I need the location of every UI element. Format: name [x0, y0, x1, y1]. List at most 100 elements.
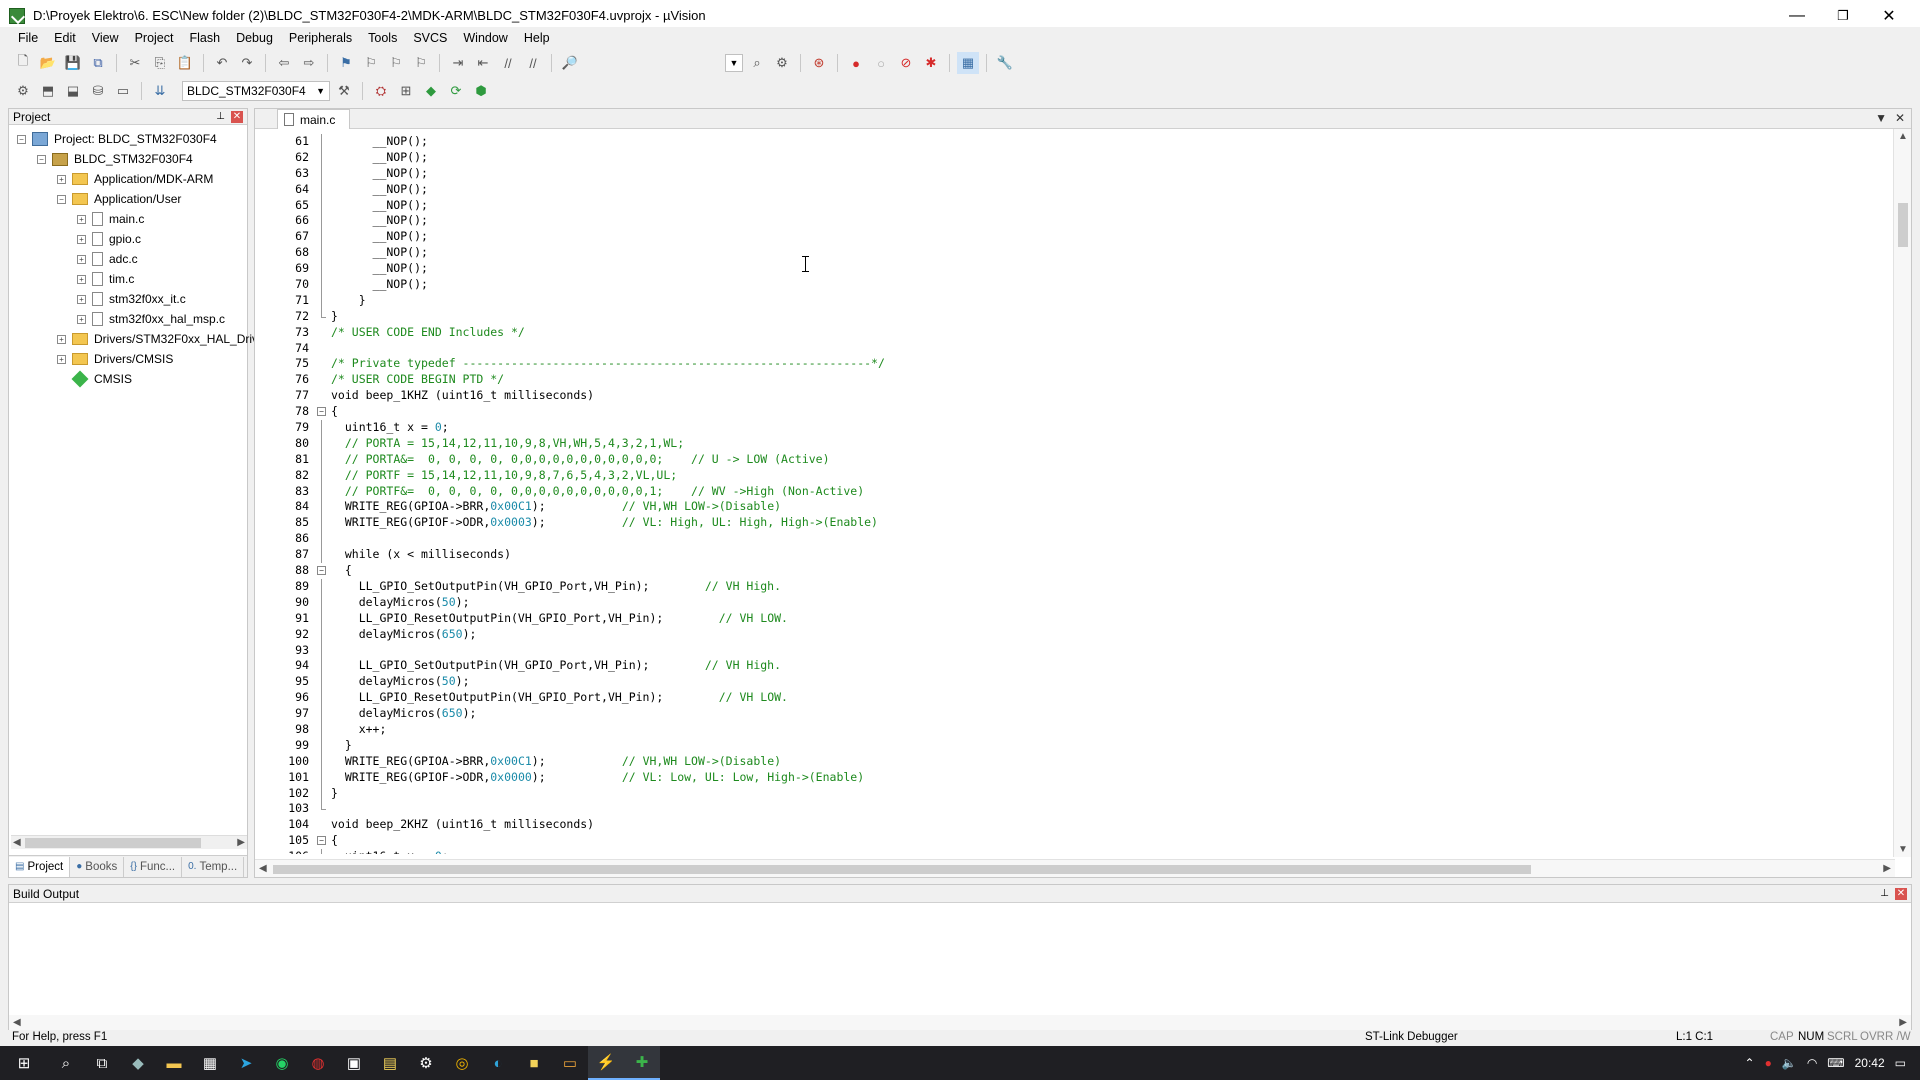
tree-item[interactable]: + gpio.c [77, 229, 141, 249]
expand-icon[interactable]: + [77, 274, 86, 284]
code-line[interactable]: 95 delayMicros(50); [255, 674, 1891, 691]
code-line[interactable]: 66 __NOP(); [255, 213, 1891, 230]
code-line[interactable]: 97 delayMicros(650); [255, 706, 1891, 722]
code-line[interactable]: 76 /* USER CODE BEGIN PTD */ [255, 372, 1891, 388]
tree-item[interactable]: + stm32f0xx_hal_msp.c [77, 309, 225, 329]
expand-icon[interactable]: + [77, 254, 86, 264]
collapse-icon[interactable]: − [17, 134, 26, 144]
expand-icon[interactable]: + [77, 294, 86, 304]
tree-item[interactable]: − Application/User [57, 189, 181, 209]
configure-icon[interactable]: ⚙ [771, 52, 793, 74]
code-line[interactable]: 103 [255, 801, 1891, 817]
code-line[interactable]: 101 WRITE_REG(GPIOF->ODR,0x0000); // VL:… [255, 769, 1891, 786]
code-line[interactable]: 64 __NOP(); [255, 181, 1891, 198]
breakpoint-icon[interactable]: ● [845, 52, 867, 74]
build-output-hscroll[interactable]: ◀ ▶ [9, 1015, 1911, 1031]
sticky-notes-icon[interactable]: ■ [516, 1046, 552, 1080]
volume-icon[interactable]: 🔈 [1782, 1056, 1797, 1070]
menu-help[interactable]: Help [516, 27, 558, 49]
scroll-right-icon[interactable]: ▶ [1883, 863, 1891, 874]
fold-gutter[interactable]: − [315, 563, 327, 579]
tree-item[interactable]: + Drivers/CMSIS [57, 349, 173, 369]
app-icon[interactable]: ▭ [552, 1046, 588, 1080]
calculator-icon[interactable]: ▦ [192, 1046, 228, 1080]
pin-icon[interactable]: ⊥ [216, 111, 225, 122]
notes-icon[interactable]: ▤ [372, 1046, 408, 1080]
code-line[interactable]: 68 __NOP(); [255, 245, 1891, 262]
scroll-thumb[interactable] [1898, 203, 1908, 247]
code-line[interactable]: 78−{ [255, 404, 1891, 420]
select-packs-icon[interactable]: ◆ [420, 80, 442, 102]
stop-build-icon[interactable]: ▭ [112, 80, 134, 102]
pdf-reader-icon[interactable]: ◍ [300, 1046, 336, 1080]
code-line[interactable]: 106 uint16_t x = 0; [255, 849, 1891, 854]
code-line[interactable]: 86 [255, 531, 1891, 548]
build-icon[interactable]: ⬒ [37, 80, 59, 102]
menu-file[interactable]: File [10, 27, 46, 49]
close-pane-icon[interactable]: ✕ [231, 110, 243, 123]
indent-icon[interactable]: ⇥ [447, 52, 469, 74]
code-line[interactable]: 73 /* USER CODE END Includes */ [255, 325, 1891, 341]
code-line[interactable]: 105−{ [255, 833, 1891, 849]
code-line[interactable]: 69 __NOP(); [255, 261, 1891, 278]
code-line[interactable]: 67 __NOP(); [255, 229, 1891, 246]
tree-item[interactable]: + Application/MDK-ARM [57, 169, 213, 189]
collapse-icon[interactable]: − [317, 566, 326, 576]
scroll-up-icon[interactable]: ▲ [1898, 131, 1908, 142]
scroll-right-icon[interactable]: ▶ [1899, 1017, 1907, 1028]
code-editor[interactable]: 61 __NOP(); 62 __NOP(); 63 __NOP(); 64 __NO… [255, 134, 1891, 854]
record-icon[interactable]: ● [1765, 1056, 1772, 1070]
unindent-icon[interactable]: ⇤ [472, 52, 494, 74]
pack-installer-icon[interactable]: ⟳ [445, 80, 467, 102]
menu-peripherals[interactable]: Peripherals [281, 27, 360, 49]
project-hscroll[interactable]: ◀ ▶ [11, 835, 247, 849]
open-file-icon[interactable]: 📂 [37, 52, 59, 74]
close-tab-icon[interactable]: ✕ [1895, 111, 1905, 125]
task-view-icon[interactable]: ⧉ [84, 1046, 120, 1080]
menu-view[interactable]: View [84, 27, 127, 49]
code-line[interactable]: 96 LL_GPIO_ResetOutputPin(VH_GPIO_Port,V… [255, 690, 1891, 707]
code-line[interactable]: 102} [255, 785, 1891, 802]
tab-project[interactable]: ▤ Project [9, 856, 71, 877]
code-line[interactable]: 94 LL_GPIO_SetOutputPin(VH_GPIO_Port,VH_… [255, 658, 1891, 675]
code-line[interactable]: 62 __NOP(); [255, 149, 1891, 166]
code-line[interactable]: 104 void beep_2KHZ (uint16_t milliseconds… [255, 817, 1891, 833]
code-line[interactable]: 75 /* Private typedef -------------------… [255, 356, 1891, 372]
batch-build-icon[interactable]: ⛁ [87, 80, 109, 102]
code-line[interactable]: 81 // PORTA&= 0, 0, 0, 0, 0,0,0,0,0,0,0,… [255, 451, 1891, 468]
navigate-back-icon[interactable]: ⇦ [273, 52, 295, 74]
paste-icon[interactable]: 📋 [174, 52, 196, 74]
scroll-left-icon[interactable]: ◀ [259, 863, 267, 874]
file-explorer-icon[interactable]: ▬ [156, 1046, 192, 1080]
clear-bookmarks-icon[interactable]: ⚐ [410, 52, 432, 74]
code-line[interactable]: 88− { [255, 563, 1891, 579]
tab-list-dropdown-icon[interactable]: ▼ [1875, 111, 1887, 125]
save-icon[interactable]: 💾 [62, 52, 84, 74]
app-icon[interactable]: ⚡ [588, 1046, 624, 1080]
manage-components-icon[interactable]: ⛭ [370, 80, 392, 102]
menu-window[interactable]: Window [455, 27, 515, 49]
collapse-icon[interactable]: − [57, 194, 66, 204]
uncomment-icon[interactable]: // [522, 52, 544, 74]
tab-templates[interactable]: 0. Temp... [182, 856, 245, 877]
app-icon[interactable]: ⚙ [408, 1046, 444, 1080]
cut-icon[interactable]: ✂ [124, 52, 146, 74]
menu-debug[interactable]: Debug [228, 27, 281, 49]
scroll-right-icon[interactable]: ▶ [237, 837, 245, 848]
code-line[interactable]: 93 [255, 642, 1891, 659]
code-line[interactable]: 80 // PORTA = 15,14,12,11,10,9,8,VH,WH,5… [255, 435, 1891, 452]
window-layout-icon[interactable]: ▦ [957, 52, 979, 74]
editor-vscroll[interactable]: ▲ ▼ [1893, 129, 1911, 857]
tree-item[interactable]: + adc.c [77, 249, 138, 269]
tree-item[interactable]: + stm32f0xx_it.c [77, 289, 186, 309]
bookmark-icon[interactable]: ⚑ [335, 52, 357, 74]
target-options-icon[interactable]: ⚒ [333, 80, 355, 102]
tree-item[interactable]: − Project: BLDC_STM32F030F4 [17, 129, 217, 149]
code-line[interactable]: 74 [255, 341, 1891, 357]
code-line[interactable]: 82 // PORTF = 15,14,12,11,10,9,8,7,6,5,4… [255, 467, 1891, 484]
code-line[interactable]: 65 __NOP(); [255, 197, 1891, 214]
scroll-thumb[interactable] [273, 865, 1531, 874]
windows-start-icon[interactable]: ⊞ [0, 1046, 48, 1080]
clock-text[interactable]: 20:42 [1855, 1056, 1885, 1070]
app-icon[interactable]: ▣ [336, 1046, 372, 1080]
